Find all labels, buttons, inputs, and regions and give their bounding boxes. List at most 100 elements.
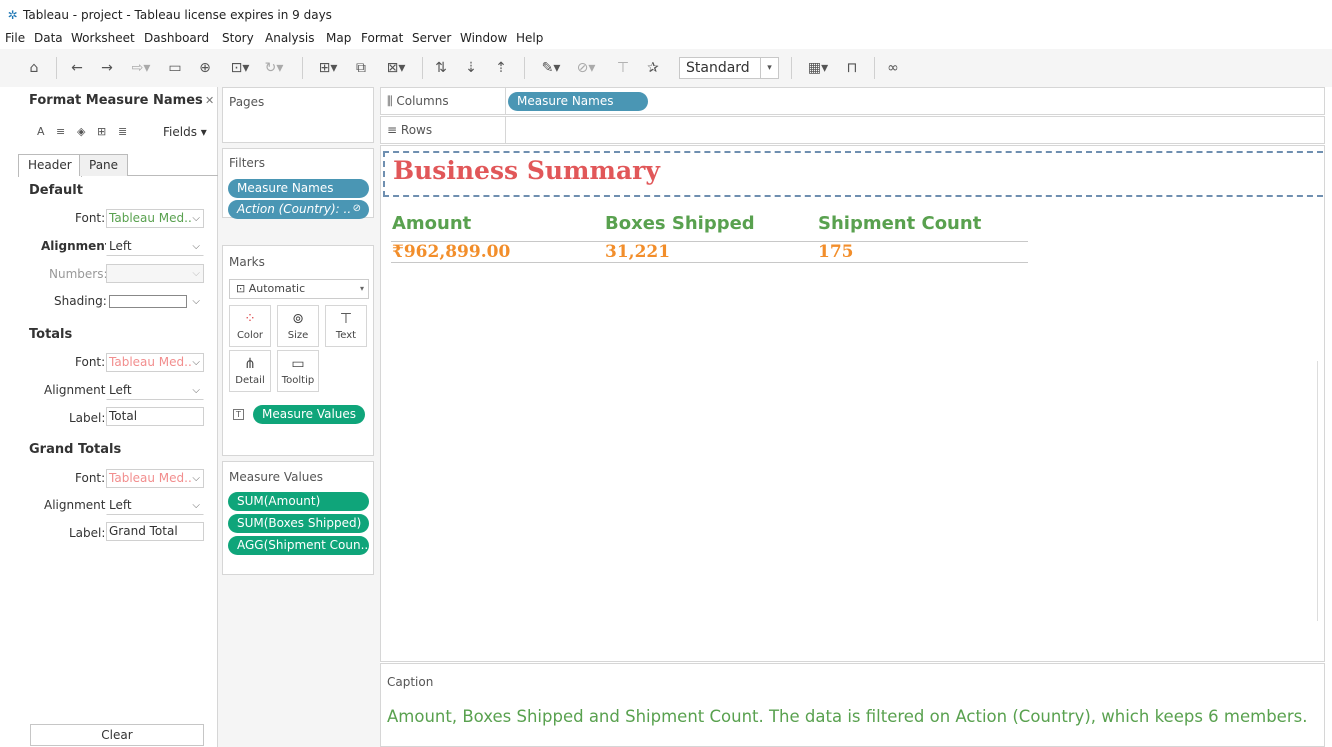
pause-updates-icon[interactable]: ⊡▾ bbox=[226, 58, 254, 78]
columns-shelf[interactable]: ⫼ Columns Measure Names bbox=[380, 87, 1325, 115]
menu-server[interactable]: Server bbox=[412, 31, 451, 45]
chevron-down-icon: ⌵ bbox=[192, 473, 200, 484]
clear-sheet-icon[interactable]: ⊠▾ bbox=[382, 58, 410, 78]
header-shipment-count[interactable]: Shipment Count bbox=[818, 213, 981, 234]
font-format-icon[interactable]: A bbox=[37, 125, 45, 138]
totals-alignment-select[interactable]: Left ⌵ bbox=[106, 381, 204, 400]
text-label: Text bbox=[335, 330, 357, 341]
lines-format-icon[interactable]: ≣ bbox=[118, 125, 127, 138]
totals-label-input[interactable]: Total bbox=[106, 407, 204, 426]
refresh-icon[interactable]: ↻▾ bbox=[260, 58, 288, 78]
menu-story[interactable]: Story bbox=[222, 31, 254, 45]
fix-axes-icon[interactable]: ✰ bbox=[644, 58, 662, 78]
detail-button[interactable]: ⋔ Detail bbox=[229, 350, 271, 392]
shading-format-icon[interactable]: ◈ bbox=[77, 125, 85, 138]
text-button[interactable]: ⊤ Text bbox=[325, 305, 367, 347]
pages-card[interactable]: Pages bbox=[222, 87, 374, 143]
caption-box[interactable]: Caption Amount, Boxes Shipped and Shipme… bbox=[380, 663, 1325, 747]
redo-dropdown-icon[interactable]: ⇨▾ bbox=[128, 58, 154, 78]
menu-format[interactable]: Format bbox=[361, 31, 403, 45]
chevron-down-icon: ⌵ bbox=[192, 500, 200, 511]
shading-swatch bbox=[109, 295, 187, 308]
menu-analysis[interactable]: Analysis bbox=[265, 31, 314, 45]
presentation-mode-icon[interactable]: ⊓ bbox=[843, 58, 861, 78]
swap-rows-columns-icon[interactable]: ⇅ bbox=[432, 58, 450, 78]
size-icon: ⊚ bbox=[292, 311, 304, 327]
menu-dashboard[interactable]: Dashboard bbox=[144, 31, 209, 45]
menu-data[interactable]: Data bbox=[34, 31, 63, 45]
measure-pill-amount[interactable]: SUM(Amount) bbox=[228, 492, 369, 511]
sort-ascending-icon[interactable]: ⇣ bbox=[462, 58, 480, 78]
totals-label-label: Label: bbox=[69, 411, 106, 425]
new-datasource-icon[interactable]: ⊕ bbox=[196, 58, 214, 78]
fields-label: Fields bbox=[163, 125, 197, 139]
share-icon[interactable]: ∞ bbox=[884, 58, 902, 78]
totals-alignment-value: Left bbox=[109, 383, 132, 397]
new-worksheet-icon[interactable]: ⊞▾ bbox=[314, 58, 342, 78]
color-label: Color bbox=[236, 330, 264, 341]
color-button[interactable]: ⁘ Color bbox=[229, 305, 271, 347]
rows-shelf[interactable]: ≡ Rows bbox=[380, 116, 1325, 144]
header-amount[interactable]: Amount bbox=[392, 213, 471, 234]
tooltip-button[interactable]: ▭ Tooltip bbox=[277, 350, 319, 392]
value-shipment-count[interactable]: 175 bbox=[818, 242, 854, 262]
default-shading-select[interactable]: ⌵ bbox=[106, 292, 204, 311]
value-boxes-shipped[interactable]: 31,221 bbox=[605, 242, 670, 262]
row-divider bbox=[391, 262, 1028, 263]
grand-totals-label-input[interactable]: Grand Total bbox=[106, 522, 204, 541]
tab-header[interactable]: Header bbox=[18, 154, 82, 177]
filters-card[interactable]: Filters Measure Names Action (Country): … bbox=[222, 148, 374, 219]
close-icon[interactable]: ✕ bbox=[205, 94, 214, 107]
menu-worksheet[interactable]: Worksheet bbox=[71, 31, 135, 45]
grand-totals-font-select[interactable]: Tableau Med.. ⌵ bbox=[106, 469, 204, 488]
clear-button[interactable]: Clear bbox=[30, 724, 204, 746]
duplicate-sheet-icon[interactable]: ⧉ bbox=[352, 58, 370, 78]
mark-type-select[interactable]: ⊡ Automatic ▾ bbox=[229, 279, 369, 299]
totals-alignment-label: Alignment: bbox=[44, 383, 110, 397]
default-font-select[interactable]: Tableau Med.. ⌵ bbox=[106, 209, 204, 228]
highlight-icon[interactable]: ✎▾ bbox=[537, 58, 565, 78]
header-boxes-shipped[interactable]: Boxes Shipped bbox=[605, 213, 755, 234]
marks-pill-measure-values[interactable]: Measure Values bbox=[253, 405, 365, 424]
show-mark-labels-icon[interactable]: ⊤ bbox=[614, 58, 632, 78]
forward-icon[interactable]: → bbox=[98, 58, 116, 78]
columns-pill-measure-names[interactable]: Measure Names bbox=[508, 92, 648, 111]
menu-file[interactable]: File bbox=[5, 31, 25, 45]
borders-format-icon[interactable]: ⊞ bbox=[97, 125, 106, 138]
group-members-icon[interactable]: ⊘▾ bbox=[572, 58, 600, 78]
default-alignment-value: Left bbox=[109, 239, 132, 253]
chevron-down-icon: ⌵ bbox=[192, 241, 200, 252]
text-mark-icon: ⊡ bbox=[236, 282, 246, 295]
tab-pane[interactable]: Pane bbox=[79, 154, 129, 176]
menu-window[interactable]: Window bbox=[460, 31, 507, 45]
viz-canvas[interactable]: Business Summary Amount Boxes Shipped Sh… bbox=[380, 145, 1325, 662]
fit-select-value: Standard bbox=[686, 60, 750, 76]
filter-pill-action-country[interactable]: Action (Country): .. ⊘ bbox=[228, 200, 369, 219]
caption-title: Caption bbox=[387, 675, 434, 689]
back-icon[interactable]: ← bbox=[68, 58, 86, 78]
sort-descending-icon[interactable]: ⇡ bbox=[492, 58, 510, 78]
value-amount[interactable]: ₹962,899.00 bbox=[392, 242, 510, 262]
caption-text: Amount, Boxes Shipped and Shipment Count… bbox=[387, 707, 1308, 726]
chevron-down-icon: ⌵ bbox=[192, 357, 200, 368]
measure-pill-shipment-count[interactable]: AGG(Shipment Coun.. bbox=[228, 536, 369, 555]
toolbar-separator bbox=[791, 57, 792, 79]
filter-pill-measure-names[interactable]: Measure Names bbox=[228, 179, 369, 198]
fields-dropdown[interactable]: Fields ▾ bbox=[163, 125, 207, 139]
home-icon[interactable]: ⌂ bbox=[25, 58, 43, 78]
save-icon[interactable]: ▭ bbox=[166, 58, 184, 78]
alignment-format-icon[interactable]: ≡ bbox=[56, 125, 65, 138]
viz-title-box[interactable]: Business Summary bbox=[383, 151, 1323, 197]
size-button[interactable]: ⊚ Size bbox=[277, 305, 319, 347]
grand-totals-alignment-select[interactable]: Left ⌵ bbox=[106, 496, 204, 515]
show-cards-icon[interactable]: ▦▾ bbox=[803, 58, 833, 78]
menu-help[interactable]: Help bbox=[516, 31, 543, 45]
default-alignment-select[interactable]: Left ⌵ bbox=[106, 237, 204, 256]
text-encoding-icon: T bbox=[233, 409, 244, 420]
toolbar-separator bbox=[524, 57, 525, 79]
fit-select[interactable]: Standard ▾ bbox=[679, 57, 779, 79]
menu-map[interactable]: Map bbox=[326, 31, 351, 45]
vertical-scrollbar[interactable] bbox=[1317, 361, 1325, 621]
measure-pill-boxes-shipped[interactable]: SUM(Boxes Shipped) bbox=[228, 514, 369, 533]
totals-font-select[interactable]: Tableau Med.. ⌵ bbox=[106, 353, 204, 372]
